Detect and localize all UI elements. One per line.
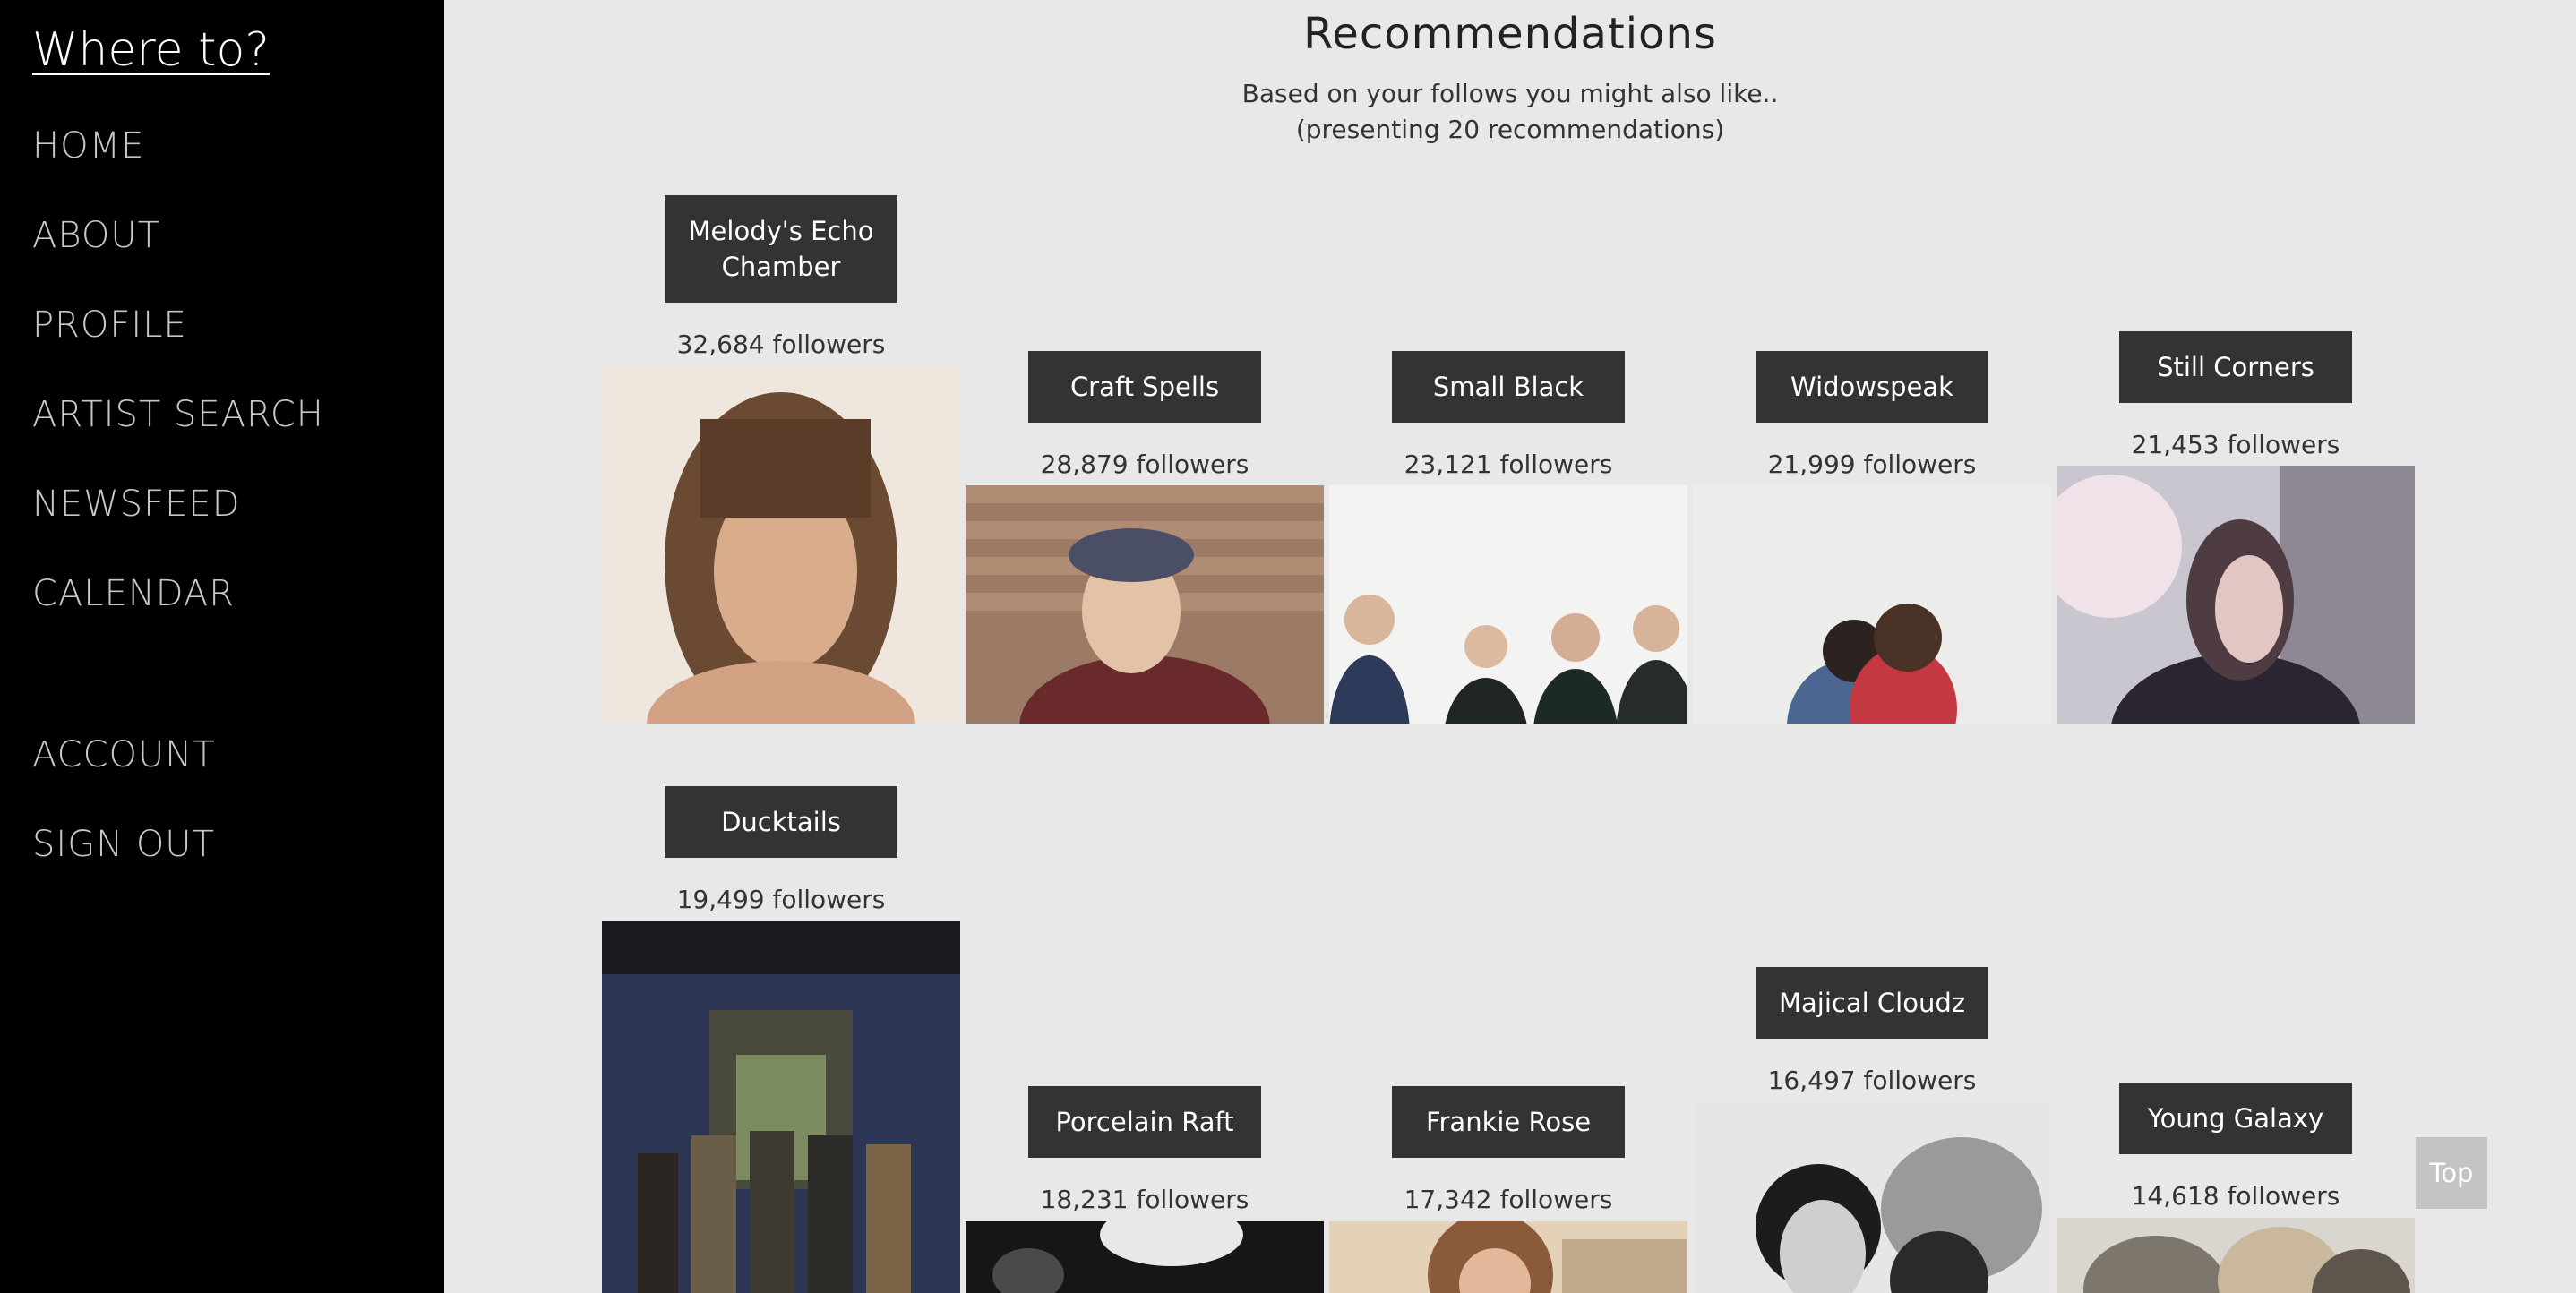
main-content: Recommendations Based on your follows yo… xyxy=(444,0,2576,1293)
nav-artist-search[interactable]: ARTIST SEARCH xyxy=(32,394,324,435)
nav-calendar[interactable]: CALENDAR xyxy=(32,573,235,614)
back-to-top-button[interactable]: Top xyxy=(2416,1137,2487,1209)
follower-count: 17,342 followers xyxy=(1404,1185,1613,1214)
artist-card: Frankie Rose 17,342 followers xyxy=(1329,0,1687,1293)
artist-photo[interactable] xyxy=(2057,1218,2415,1293)
nav-account[interactable]: ACCOUNT xyxy=(32,734,216,775)
artist-name-button[interactable]: Young Galaxy xyxy=(2119,1083,2352,1154)
artist-name-button[interactable]: Frankie Rose xyxy=(1392,1086,1625,1158)
brand-link[interactable]: Where to? xyxy=(32,23,270,77)
nav-profile[interactable]: PROFILE xyxy=(32,304,187,346)
nav-sign-out[interactable]: SIGN OUT xyxy=(32,824,215,865)
artist-photo[interactable] xyxy=(1329,1221,1687,1293)
nav-newsfeed[interactable]: NEWSFEED xyxy=(32,484,241,525)
follower-count: 16,497 followers xyxy=(1767,1066,1977,1095)
follower-count: 14,618 followers xyxy=(2131,1181,2340,1211)
follower-count: 18,231 followers xyxy=(1040,1185,1249,1214)
nav-about[interactable]: ABOUT xyxy=(32,215,160,256)
artist-photo[interactable] xyxy=(602,921,960,1293)
sidebar: Where to? HOME ABOUT PROFILE ARTIST SEAR… xyxy=(0,0,444,1293)
follower-count: 19,499 followers xyxy=(676,885,886,914)
artist-name-button[interactable]: Majical Cloudz xyxy=(1756,967,1988,1039)
artist-name-button[interactable]: Porcelain Raft xyxy=(1028,1086,1261,1158)
artist-photo[interactable] xyxy=(1693,1101,2051,1293)
artist-card: Porcelain Raft 18,231 followers xyxy=(966,0,1324,1293)
nav-home[interactable]: HOME xyxy=(32,125,144,167)
artist-photo[interactable] xyxy=(966,1221,1324,1293)
artist-card: Majical Cloudz 16,497 followers xyxy=(1693,0,2051,1293)
artist-name-button[interactable]: Ducktails xyxy=(665,786,897,858)
artist-card: Ducktails 19,499 followers xyxy=(602,0,960,1293)
artist-card: Young Galaxy 14,618 followers xyxy=(2057,0,2415,1293)
